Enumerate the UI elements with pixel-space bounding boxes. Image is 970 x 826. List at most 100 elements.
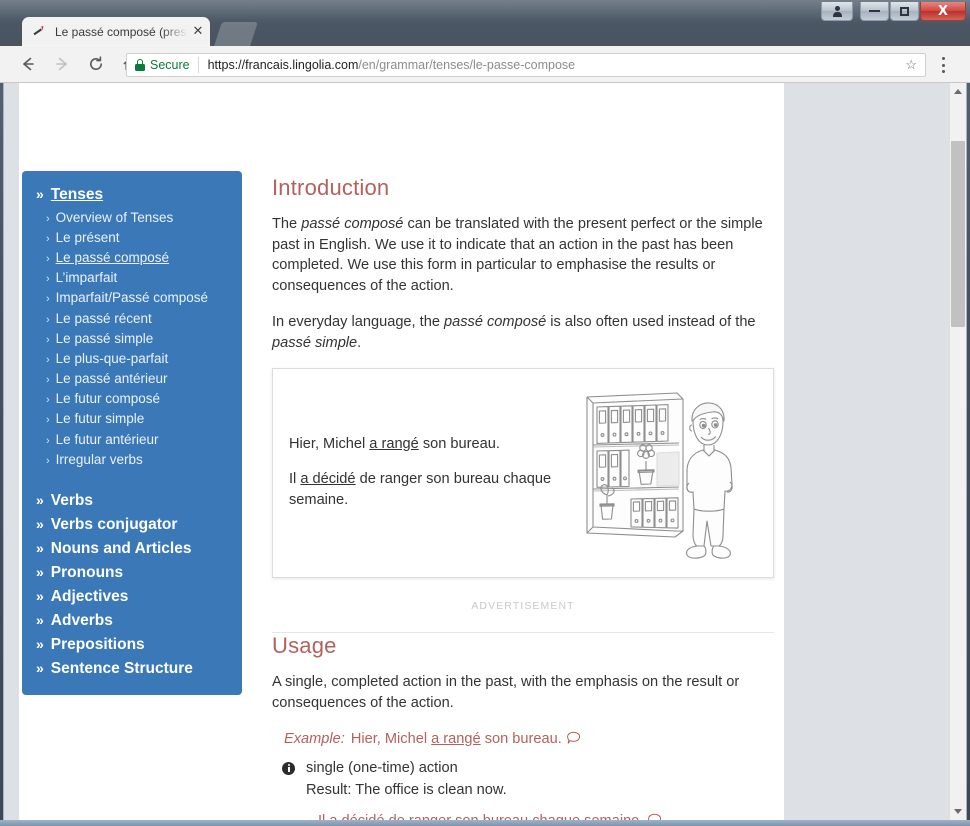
vertical-scrollbar[interactable] bbox=[949, 83, 966, 820]
sidebar-item-le-passe-recent[interactable]: › Le passé récent bbox=[22, 308, 242, 328]
sidebar-subitem-label: Irregular verbs bbox=[55, 451, 143, 467]
address-bar[interactable]: Secure https://francais.lingolia.com/en/… bbox=[126, 53, 926, 77]
close-button[interactable]: X bbox=[920, 2, 966, 21]
double-chevron-icon: » bbox=[36, 564, 44, 581]
usage-intro-paragraph: A single, completed action in the past, … bbox=[272, 674, 740, 712]
excard-l2-a: Il bbox=[289, 471, 301, 488]
chevron-right-icon: › bbox=[46, 353, 50, 366]
double-chevron-icon: » bbox=[36, 492, 44, 509]
sidebar-item-pronouns[interactable]: » Pronouns bbox=[22, 561, 242, 585]
chevron-right-icon: › bbox=[46, 333, 50, 346]
sidebar-item-limparfait[interactable]: › L’imparfait bbox=[22, 268, 242, 288]
chevron-right-icon: › bbox=[46, 374, 50, 387]
sidebar-tenses-group: » Tenses › Overview of Tenses › Le prése… bbox=[22, 183, 242, 475]
chevron-right-icon: › bbox=[46, 454, 50, 467]
speech-bubble-icon[interactable] bbox=[566, 731, 581, 752]
user-icon bbox=[832, 6, 842, 17]
usage-ex1-a: Hier, Michel bbox=[350, 730, 432, 747]
excard-l1-b: son bureau. bbox=[418, 435, 500, 452]
sidebar-item-le-present[interactable]: › Le présent bbox=[22, 227, 242, 247]
sidebar-item-le-plus-que-parfait[interactable]: › Le plus-que-parfait bbox=[22, 348, 242, 368]
sidebar-item-verbs[interactable]: » Verbs bbox=[22, 489, 242, 513]
minimize-icon bbox=[869, 10, 880, 12]
sidebar-item-le-passe-simple[interactable]: › Le passé simple bbox=[22, 328, 242, 348]
sidebar-item-label: Adjectives bbox=[50, 588, 129, 606]
example-card: Hier, Michel a rangé son bureau. Il a dé… bbox=[272, 368, 774, 579]
tab-close-icon[interactable]: ✕ bbox=[190, 24, 206, 40]
double-chevron-icon: » bbox=[36, 660, 44, 677]
sidebar-item-label: Nouns and Articles bbox=[50, 540, 192, 558]
sidebar-item-adjectives[interactable]: » Adjectives bbox=[22, 585, 242, 609]
sidebar-item-le-futur-anterieur[interactable]: › Le futur antérieur bbox=[22, 429, 242, 449]
sidebar-item-le-passe-compose[interactable]: › Le passé composé bbox=[22, 247, 242, 267]
usage-example-2: Il a décidé de ranger son bureau chaque … bbox=[272, 811, 774, 820]
usage-heading: Usage bbox=[272, 633, 337, 659]
sidebar-item-nouns-and-articles[interactable]: » Nouns and Articles bbox=[22, 537, 242, 561]
back-button[interactable] bbox=[14, 50, 42, 78]
chevron-right-icon: › bbox=[46, 273, 50, 286]
user-account-button[interactable] bbox=[821, 2, 853, 21]
minimize-button[interactable] bbox=[860, 2, 889, 21]
scroll-down-button[interactable] bbox=[950, 803, 966, 820]
forward-button[interactable] bbox=[48, 50, 76, 78]
tab-title: Le passé composé (prese bbox=[55, 24, 188, 39]
url-text: https://francais.lingolia.com/en/grammar… bbox=[208, 58, 898, 72]
sidebar-item-tenses[interactable]: » Tenses bbox=[22, 183, 242, 207]
speech-bubble-icon[interactable] bbox=[647, 813, 662, 820]
sidebar-navigation: » Tenses › Overview of Tenses › Le prése… bbox=[22, 171, 242, 696]
introduction-paragraph-2: In everyday language, the passé composé … bbox=[272, 312, 774, 353]
title-bar: Le passé composé (prese ✕ X bbox=[0, 0, 970, 46]
window-bottom-border bbox=[0, 820, 970, 826]
excard-l1-a: Hier, Michel bbox=[289, 435, 370, 452]
info-icon bbox=[282, 761, 295, 782]
window-controls: X bbox=[820, 2, 966, 21]
bookmark-star-icon[interactable]: ☆ bbox=[897, 57, 917, 73]
lingolia-favicon bbox=[32, 24, 48, 40]
example-card-line-1: Hier, Michel a rangé son bureau. bbox=[289, 434, 567, 455]
browser-menu-button[interactable] bbox=[935, 57, 951, 73]
usage-ex1-underlined: a rangé bbox=[431, 730, 481, 747]
sidebar-item-adverbs[interactable]: » Adverbs bbox=[22, 609, 242, 633]
example-card-text: Hier, Michel a rangé son bureau. Il a dé… bbox=[289, 434, 575, 511]
url-path: /en/grammar/tenses/le-passe-compose bbox=[358, 58, 576, 72]
browser-tab[interactable]: Le passé composé (prese ✕ bbox=[22, 17, 210, 46]
sidebar-subitem-label: Le passé composé bbox=[55, 249, 169, 265]
lock-icon bbox=[135, 59, 145, 71]
usage-ex2-a: Il bbox=[318, 813, 329, 820]
sidebar-subitem-label: Le passé antérieur bbox=[55, 371, 168, 387]
sidebar-item-imparfait-passe-compose[interactable]: › Imparfait/Passé composé bbox=[22, 288, 242, 308]
new-tab-button[interactable] bbox=[214, 22, 258, 46]
double-chevron-icon: » bbox=[36, 612, 44, 629]
sidebar-item-le-futur-simple[interactable]: › Le futur simple bbox=[22, 409, 242, 429]
reload-button[interactable] bbox=[82, 50, 110, 78]
sidebar-item-label: Tenses bbox=[50, 186, 104, 203]
web-page: » Tenses › Overview of Tenses › Le prése… bbox=[4, 83, 951, 820]
excard-l2-underlined: a décidé bbox=[300, 471, 356, 488]
bookshelf-and-man-sketch bbox=[575, 383, 757, 561]
sidebar-item-irregular-verbs[interactable]: › Irregular verbs bbox=[22, 449, 242, 469]
intro-p1-a: The bbox=[272, 216, 302, 232]
chevron-right-icon: › bbox=[46, 293, 50, 306]
sidebar-item-overview-of-tenses[interactable]: › Overview of Tenses bbox=[22, 207, 242, 227]
sidebar-subitem-label: Overview of Tenses bbox=[55, 209, 174, 225]
sidebar-item-le-futur-compose[interactable]: › Le futur composé bbox=[22, 389, 242, 409]
chevron-right-icon: › bbox=[46, 252, 50, 265]
intro-p2-emphasis-1: passé composé bbox=[444, 313, 547, 330]
sidebar-item-prepositions[interactable]: » Prepositions bbox=[22, 633, 242, 657]
sidebar-item-le-passe-anterieur[interactable]: › Le passé antérieur bbox=[22, 369, 242, 389]
advertisement-label: ADVERTISEMENT bbox=[471, 600, 575, 613]
chevron-right-icon: › bbox=[46, 394, 50, 407]
sidebar-subitem-label: Le passé simple bbox=[55, 330, 154, 346]
maximize-button[interactable] bbox=[890, 2, 919, 21]
sidebar-item-label: Adverbs bbox=[50, 612, 113, 630]
page-viewport: » Tenses › Overview of Tenses › Le prése… bbox=[3, 83, 967, 820]
scrollbar-thumb[interactable] bbox=[951, 141, 965, 327]
chevron-right-icon: › bbox=[46, 212, 50, 225]
sidebar-item-sentence-structure[interactable]: » Sentence Structure bbox=[22, 657, 242, 681]
sidebar-item-verbs-conjugator[interactable]: » Verbs conjugator bbox=[22, 513, 242, 537]
chevron-right-icon: › bbox=[46, 313, 50, 326]
sidebar-item-label: Prepositions bbox=[50, 636, 145, 654]
scroll-up-button[interactable] bbox=[950, 83, 966, 100]
sidebar-subitem-label: Le plus-que-parfait bbox=[55, 350, 169, 366]
usage-fact-1: single (one-time) action bbox=[272, 758, 774, 779]
